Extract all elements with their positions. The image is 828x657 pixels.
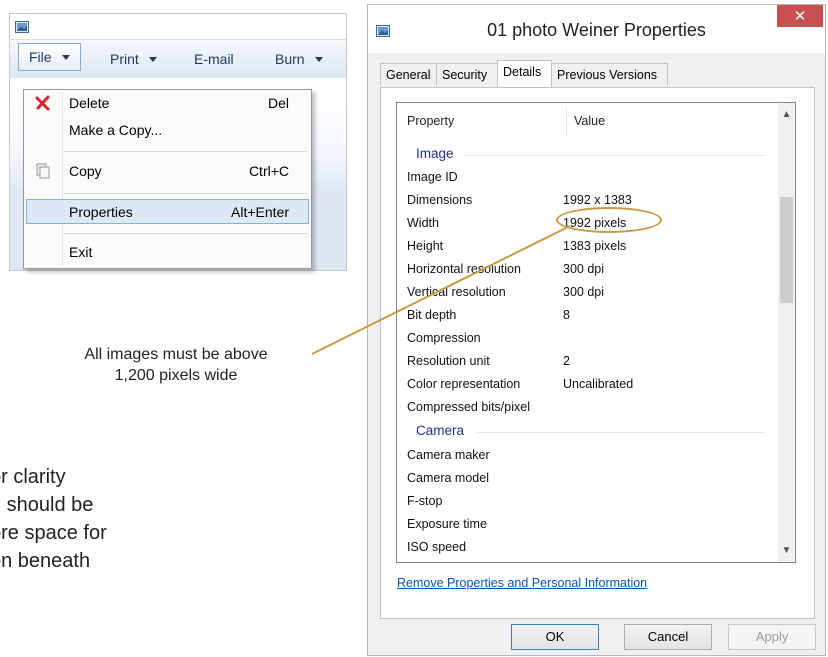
menu-item-copy[interactable]: Copy Ctrl+C bbox=[26, 160, 309, 182]
property-value: 2 bbox=[563, 354, 570, 368]
delete-x-icon bbox=[35, 95, 50, 111]
menu-item-make-a-copy[interactable]: Make a Copy... bbox=[26, 119, 309, 141]
scroll-up-icon[interactable]: ▲ bbox=[780, 109, 793, 120]
burn-label: Burn bbox=[275, 51, 305, 67]
burn-button[interactable]: Burn bbox=[275, 51, 323, 67]
property-name: Camera model bbox=[407, 471, 489, 485]
group-title-camera: Camera bbox=[416, 423, 465, 438]
property-value: 300 dpi bbox=[563, 262, 605, 276]
apply-button[interactable]: Apply bbox=[728, 624, 816, 650]
ok-button[interactable]: OK bbox=[511, 624, 599, 650]
menu-item-exit[interactable]: Exit bbox=[26, 241, 309, 263]
cancel-button[interactable]: Cancel bbox=[624, 624, 712, 650]
chevron-down-icon bbox=[61, 54, 70, 60]
group-title-image: Image bbox=[416, 146, 454, 161]
file-menu-label: File bbox=[29, 49, 52, 65]
details-list[interactable]: Property Value Image Image ID Dimensions… bbox=[396, 102, 796, 563]
scroll-down-icon[interactable]: ▼ bbox=[780, 545, 793, 556]
menu-separator bbox=[64, 233, 307, 234]
menu-item-properties[interactable]: Properties Alt+Enter bbox=[26, 199, 309, 224]
property-name: Width bbox=[407, 216, 439, 230]
properties-dialog: 01 photo Weiner Properties ✕ General Sec… bbox=[367, 4, 826, 656]
menu-item-label: Delete bbox=[69, 95, 110, 111]
menu-item-label: Exit bbox=[69, 244, 93, 260]
tab-details[interactable]: Details bbox=[497, 60, 552, 87]
menu-item-shortcut: Ctrl+C bbox=[248, 163, 289, 179]
property-name: Exposure time bbox=[407, 517, 487, 531]
property-value: 300 dpi bbox=[563, 285, 605, 299]
group-divider bbox=[477, 432, 765, 433]
photo-viewer-icon bbox=[15, 21, 29, 33]
column-header-property[interactable]: Property bbox=[407, 114, 454, 128]
property-name: F-stop bbox=[407, 494, 443, 508]
side-text-line: n should be bbox=[0, 494, 94, 516]
property-name: Compressed bits/pixel bbox=[407, 400, 530, 414]
tab-general[interactable]: General bbox=[380, 63, 437, 85]
menu-separator bbox=[64, 193, 307, 194]
menu-item-label: Properties bbox=[69, 204, 133, 220]
file-menu-button[interactable]: File bbox=[18, 43, 81, 71]
email-label: E-mail bbox=[194, 51, 234, 67]
property-name: Compression bbox=[407, 331, 481, 345]
menu-separator bbox=[64, 151, 307, 152]
property-name: Color representation bbox=[407, 377, 521, 391]
property-name: Camera maker bbox=[407, 448, 490, 462]
tab-security[interactable]: Security bbox=[436, 63, 498, 85]
scroll-thumb[interactable] bbox=[780, 197, 793, 303]
callout-text: All images must be above 1,200 pixels wi… bbox=[42, 344, 310, 386]
print-label: Print bbox=[110, 51, 139, 67]
copy-icon bbox=[36, 163, 50, 179]
property-name: Dimensions bbox=[407, 193, 473, 207]
close-button[interactable]: ✕ bbox=[777, 5, 823, 27]
menu-item-delete[interactable]: Delete Del bbox=[26, 92, 309, 114]
tab-previous-versions[interactable]: Previous Versions bbox=[551, 63, 668, 85]
file-dropdown-menu: Delete Del Make a Copy... Copy Ctrl+C Pr… bbox=[23, 89, 312, 269]
vertical-scrollbar[interactable]: ▲ ▼ bbox=[778, 103, 795, 562]
menu-item-shortcut: Del bbox=[267, 95, 289, 111]
command-bar: File Print E-mail Burn bbox=[10, 39, 346, 79]
chevron-down-icon bbox=[314, 56, 323, 62]
property-value: 1992 x 1383 bbox=[563, 193, 632, 207]
dialog-titlebar: 01 photo Weiner Properties ✕ bbox=[368, 5, 825, 53]
menu-item-label: Make a Copy... bbox=[69, 122, 163, 138]
menu-item-shortcut: Alt+Enter bbox=[231, 204, 289, 220]
property-name: Resolution unit bbox=[407, 354, 490, 368]
property-name: Vertical resolution bbox=[407, 285, 506, 299]
chevron-down-icon bbox=[148, 56, 157, 62]
column-divider bbox=[566, 107, 567, 137]
close-icon: ✕ bbox=[793, 7, 807, 25]
width-highlight-ellipse bbox=[556, 207, 662, 233]
callout-line-1: All images must be above bbox=[84, 346, 268, 363]
property-value: 1383 pixels bbox=[563, 239, 627, 253]
menu-item-label: Copy bbox=[69, 163, 102, 179]
property-value: 8 bbox=[563, 308, 570, 322]
property-name: Horizontal resolution bbox=[407, 262, 521, 276]
dialog-title: 01 photo Weiner Properties bbox=[487, 20, 706, 40]
property-value: Uncalibrated bbox=[563, 377, 634, 391]
property-name: Image ID bbox=[407, 170, 458, 184]
callout-line-2: 1,200 pixels wide bbox=[114, 367, 238, 384]
side-text-line: on beneath bbox=[0, 550, 91, 572]
details-panel: Property Value Image Image ID Dimensions… bbox=[380, 87, 815, 619]
property-name: ISO speed bbox=[407, 540, 467, 554]
print-button[interactable]: Print bbox=[110, 51, 157, 67]
property-name: Bit depth bbox=[407, 308, 457, 322]
side-text-line: ore space for bbox=[0, 522, 107, 544]
column-header-value[interactable]: Value bbox=[574, 114, 605, 128]
group-divider bbox=[465, 155, 765, 156]
explorer-window: File Print E-mail Burn Delete Del Make a… bbox=[9, 13, 347, 271]
explorer-titlebar bbox=[10, 14, 346, 39]
property-name: Height bbox=[407, 239, 444, 253]
remove-properties-link[interactable]: Remove Properties and Personal Informati… bbox=[397, 576, 647, 590]
email-button[interactable]: E-mail bbox=[194, 51, 234, 67]
side-text-line: or clarity bbox=[0, 466, 66, 488]
